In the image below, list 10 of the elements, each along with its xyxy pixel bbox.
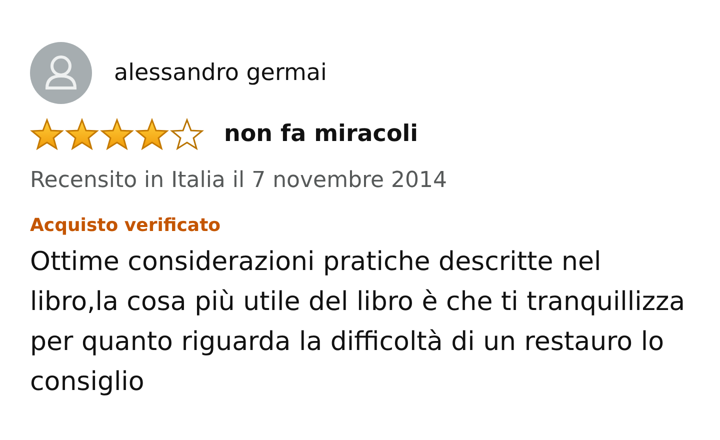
star-filled-icon <box>65 118 99 150</box>
star-filled-icon <box>135 118 169 150</box>
avatar-icon <box>30 42 92 104</box>
review-title: non fa miracoli <box>224 121 418 147</box>
review-date: Recensito in Italia il 7 novembre 2014 <box>30 168 448 193</box>
verified-purchase-label: Acquisto verificato <box>30 215 222 236</box>
star-filled-icon <box>100 118 134 150</box>
star-filled-icon <box>30 118 64 150</box>
author-name: alessandro germai <box>114 60 327 86</box>
review-text: Ottime considerazioni pratiche descritte nel libro,la cosa più utile del libro è che ti tranquillizza per quanto riguarda la difficoltà di un restauro lo consiglio <box>30 246 686 399</box>
